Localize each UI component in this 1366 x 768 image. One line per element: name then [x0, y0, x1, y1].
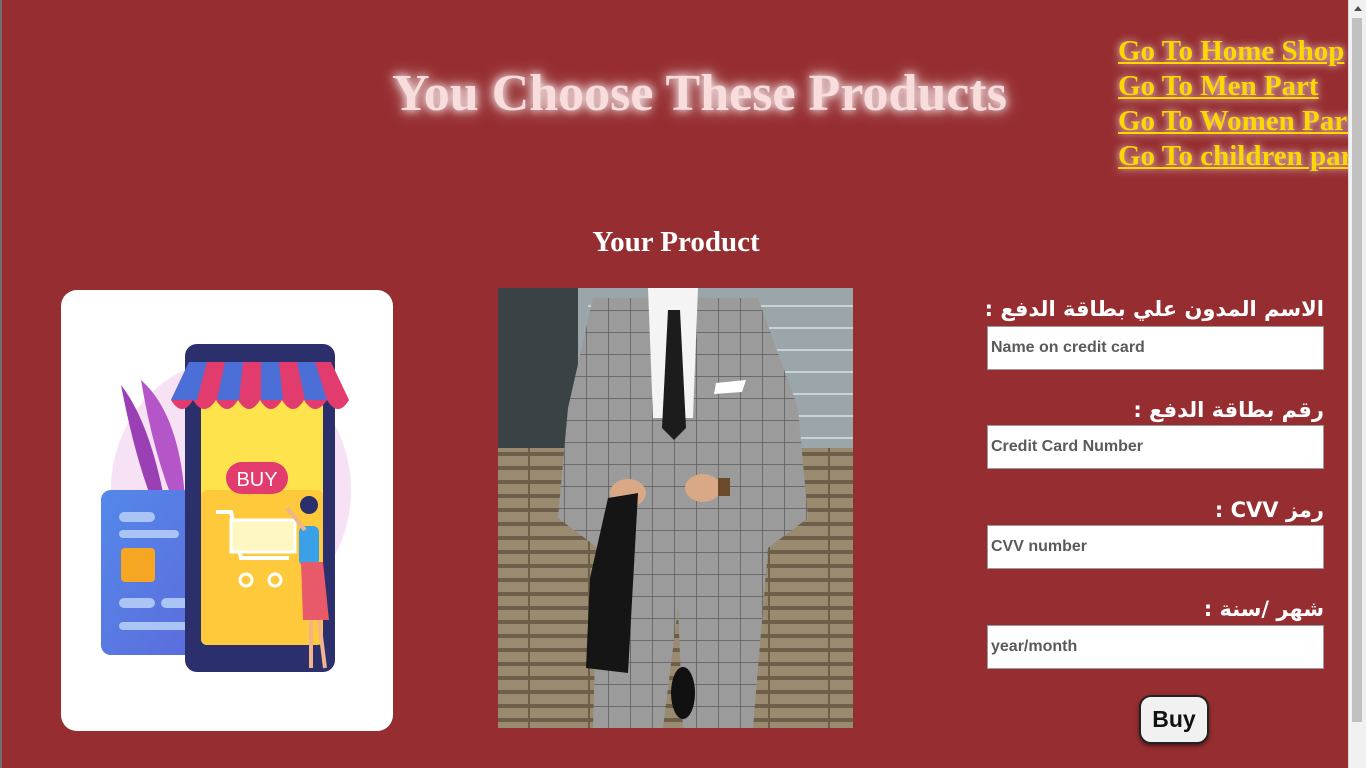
your-product-heading: Your Product — [592, 226, 760, 258]
name-on-card-label: الاسم المدون علي بطاقة الدفع : — [984, 297, 1324, 321]
nav-link-men-part[interactable]: Go To Men Part — [1118, 69, 1363, 104]
nav-link-children-part[interactable]: Go To children part — [1118, 139, 1363, 174]
nav-link-home-shop[interactable]: Go To Home Shop — [1118, 34, 1363, 69]
nav-links: Go To Home Shop Go To Men Part Go To Wom… — [1118, 34, 1363, 174]
scrollbar-thumb[interactable] — [1352, 18, 1362, 722]
expiry-label: شهر /سنة : — [1203, 597, 1324, 621]
card-number-label: رقم بطاقة الدفع : — [1133, 398, 1324, 422]
expiry-input[interactable] — [987, 625, 1324, 669]
card-number-input[interactable] — [987, 425, 1324, 469]
buy-button[interactable]: Buy — [1139, 695, 1209, 744]
window-edge — [0, 0, 2, 768]
vertical-scrollbar[interactable] — [1348, 0, 1366, 768]
suit-photo — [498, 288, 853, 728]
cvv-label: رمز CVV : — [1214, 498, 1324, 522]
scroll-up-arrow-icon[interactable] — [1349, 0, 1366, 17]
shopping-illustration: BUY — [101, 344, 351, 672]
nav-link-women-part[interactable]: Go To Women Part — [1118, 104, 1363, 139]
name-on-card-input[interactable] — [987, 326, 1324, 370]
page-title: You Choose These Products — [392, 65, 1007, 122]
cvv-input[interactable] — [987, 525, 1324, 569]
buy-bubble-text: BUY — [236, 469, 277, 491]
product-image-suit — [498, 288, 853, 728]
shopping-illustration-card: BUY — [61, 290, 393, 731]
